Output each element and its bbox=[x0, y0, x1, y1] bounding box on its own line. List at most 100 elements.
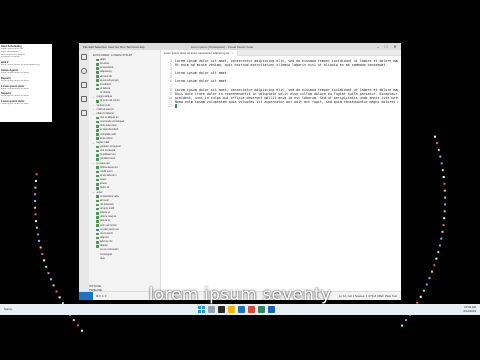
orbit-dot bbox=[441, 230, 444, 233]
orbit-dot bbox=[45, 265, 48, 268]
file-icon bbox=[96, 58, 99, 62]
file-icon bbox=[96, 220, 99, 223]
file-icon bbox=[96, 240, 99, 244]
orbit-dot bbox=[34, 200, 36, 202]
file-icon bbox=[96, 199, 99, 203]
file-icon bbox=[96, 100, 99, 103]
file-icon bbox=[96, 137, 99, 141]
editor-text-area[interactable]: 1 Lorem ipsum dolor sit amet, consectetur… bbox=[161, 56, 401, 291]
orbit-dot bbox=[441, 169, 444, 172]
file-icon bbox=[96, 236, 99, 240]
file-icon bbox=[96, 224, 99, 227]
file-icon bbox=[96, 258, 99, 261]
orbit-dot bbox=[405, 319, 408, 322]
run-debug-icon[interactable] bbox=[81, 96, 87, 102]
file-icon bbox=[96, 71, 99, 74]
file-icon bbox=[96, 120, 99, 124]
file-icon bbox=[96, 83, 99, 87]
chevron-right-icon: › bbox=[93, 104, 94, 108]
orbit-dot bbox=[35, 220, 38, 223]
video-caption: lorem ipsum seventy bbox=[148, 285, 332, 305]
orbit-dot bbox=[35, 226, 38, 229]
orbit-dot bbox=[444, 196, 446, 199]
orbit-dot bbox=[443, 210, 446, 213]
orbit-dot bbox=[438, 244, 441, 247]
file-icon bbox=[96, 249, 99, 252]
orbit-dot bbox=[434, 135, 436, 138]
file-icon bbox=[96, 79, 99, 83]
orbit-dot bbox=[444, 203, 446, 206]
orbit-dot bbox=[401, 324, 403, 327]
orbit-dot bbox=[443, 182, 446, 185]
text-cursor bbox=[175, 104, 177, 109]
code-line: 11 Nemo enim ipsam voluptatem quia volupt… bbox=[164, 100, 398, 104]
orbit-dot bbox=[47, 272, 50, 275]
clock-date: 6/14/2023 bbox=[463, 309, 476, 313]
file-icon bbox=[96, 67, 99, 70]
file-icon bbox=[96, 187, 99, 190]
file-icon bbox=[96, 75, 99, 78]
orbit-dot bbox=[41, 253, 44, 255]
file-icon bbox=[96, 232, 99, 236]
taskbar-vscode-icon[interactable] bbox=[268, 306, 275, 313]
taskbar-app-icon[interactable] bbox=[248, 306, 255, 313]
file-icon bbox=[96, 228, 99, 232]
orbit-dot bbox=[36, 233, 39, 236]
orbit-dot bbox=[437, 148, 440, 151]
orbit-dot bbox=[443, 217, 446, 220]
taskbar-app-icon-2[interactable] bbox=[258, 306, 265, 313]
taskbar-search-icon[interactable] bbox=[208, 306, 215, 313]
orbit-dot bbox=[436, 142, 438, 145]
files-icon[interactable] bbox=[81, 54, 87, 60]
file-icon bbox=[96, 174, 99, 178]
orbit-dot bbox=[34, 186, 37, 189]
file-icon bbox=[96, 92, 99, 95]
orbit-dot bbox=[433, 264, 436, 267]
taskbar-explorer-icon[interactable] bbox=[228, 306, 235, 313]
file-icon bbox=[96, 178, 99, 182]
maximize-button[interactable]: □ bbox=[383, 44, 389, 49]
taskbar-taskview-icon[interactable] bbox=[218, 306, 225, 313]
close-button[interactable]: ✕ bbox=[392, 44, 398, 49]
taskbar-edge-icon[interactable] bbox=[238, 306, 245, 313]
extensions-icon[interactable] bbox=[81, 110, 87, 116]
file-icon bbox=[96, 211, 99, 215]
orbit-dot bbox=[34, 193, 37, 196]
chevron-right-icon: › bbox=[93, 162, 94, 166]
code-line: 12 bbox=[164, 104, 398, 109]
file-icon bbox=[96, 216, 99, 219]
orbit-dot bbox=[72, 319, 75, 322]
file-icon bbox=[96, 182, 99, 186]
orbit-dot bbox=[34, 213, 37, 216]
orbit-dot bbox=[34, 206, 37, 209]
orbit-dot bbox=[442, 176, 445, 178]
explorer-panel: EXPLORER: LOREM IPSUM dolor sit amet conse… bbox=[89, 50, 161, 291]
taskbar-clock[interactable]: 10:42 AM 6/14/2023 bbox=[464, 305, 476, 313]
menu-bar[interactable]: File Edit Selection View Go Run Terminal… bbox=[83, 45, 145, 49]
orbit-dot bbox=[50, 278, 52, 281]
orbit-dot bbox=[431, 270, 433, 273]
source-control-icon[interactable] bbox=[81, 82, 87, 88]
window-title: lorem ipsum (Workspace) - Visual Studio … bbox=[191, 45, 254, 49]
weather-widget[interactable]: Sunny bbox=[4, 307, 12, 311]
file-tree-label: duis bbox=[100, 256, 105, 260]
orbit-dot bbox=[428, 277, 431, 280]
file-tree-item[interactable]: duis bbox=[89, 257, 160, 261]
orbit-dot bbox=[442, 224, 445, 226]
chevron-right-icon: › bbox=[93, 96, 94, 100]
line-text: Lorem ipsum dolor sit amet. bbox=[175, 79, 229, 84]
file-icon bbox=[96, 253, 99, 256]
windows-start-icon[interactable] bbox=[198, 306, 205, 313]
file-icon bbox=[96, 154, 99, 157]
orbit-dot bbox=[34, 180, 37, 182]
file-icon bbox=[96, 195, 99, 198]
tab-close-icon[interactable]: × bbox=[232, 51, 234, 55]
orbit-dot bbox=[76, 324, 79, 327]
search-icon[interactable] bbox=[81, 68, 87, 74]
minimize-button[interactable]: – bbox=[375, 44, 381, 49]
title-bar: File Edit Selection View Go Run Terminal… bbox=[79, 43, 401, 50]
line-text: Nemo enim ipsam voluptatem quia voluptas… bbox=[175, 99, 398, 104]
file-icon bbox=[96, 145, 99, 149]
orbit-dot bbox=[39, 246, 42, 249]
chevron-right-icon: › bbox=[93, 112, 94, 116]
